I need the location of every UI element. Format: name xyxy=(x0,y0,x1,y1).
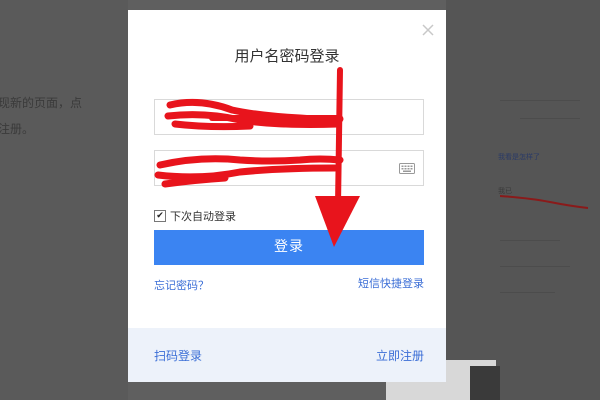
background-divider xyxy=(500,266,570,267)
forgot-password-link[interactable]: 忘记密码？ xyxy=(154,277,209,293)
modal-title: 用户名密码登录 xyxy=(234,47,340,65)
close-icon[interactable] xyxy=(420,22,436,38)
sms-login-link[interactable]: 短信快捷登录 xyxy=(358,275,424,291)
remember-login[interactable]: ✔ 下次自动登录 xyxy=(154,208,236,224)
remember-label: 下次自动登录 xyxy=(170,210,236,223)
background-dark-box xyxy=(470,366,500,400)
background-text-2: 注册。 xyxy=(0,122,35,136)
register-link[interactable]: 立即注册 xyxy=(376,347,424,364)
password-input[interactable] xyxy=(155,151,423,185)
background-left-panel xyxy=(0,0,128,400)
login-button[interactable]: 登录 xyxy=(154,230,424,265)
background-text-1: 现新的页面，点 xyxy=(0,96,83,110)
background-divider xyxy=(520,118,580,119)
password-field[interactable] xyxy=(154,150,424,186)
username-input[interactable] xyxy=(155,100,423,134)
login-modal: 用户名密码登录 ✔ 下次自动登录 登录 忘记密码？ 短信快捷登录 扫码登录 立即… xyxy=(128,10,446,382)
background-divider xyxy=(500,240,560,241)
scan-login-link[interactable]: 扫码登录 xyxy=(154,347,202,364)
keyboard-icon[interactable] xyxy=(399,163,415,174)
background-divider xyxy=(500,292,555,293)
background-link: 我看是怎样了 xyxy=(498,153,540,161)
remember-checkbox[interactable]: ✔ xyxy=(154,210,166,222)
background-divider xyxy=(500,100,580,101)
background-red-mark xyxy=(500,195,588,209)
username-field[interactable] xyxy=(154,99,424,135)
